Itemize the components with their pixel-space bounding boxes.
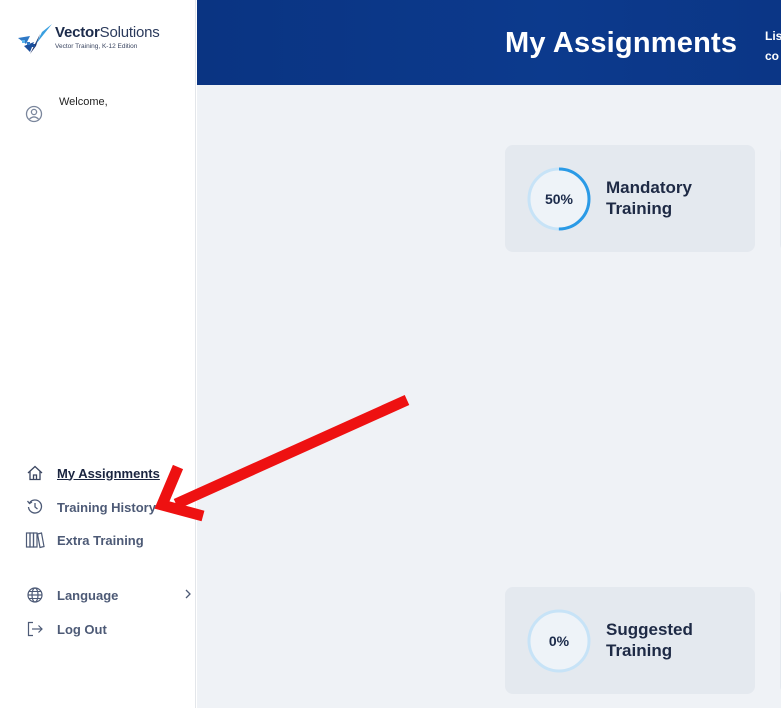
vector-solutions-logo[interactable]: VectorSolutions Vector Training, K-12 Ed… bbox=[16, 20, 186, 60]
nav-log-out[interactable]: Log Out bbox=[25, 619, 107, 639]
mandatory-training-card[interactable]: 50% Mandatory Training bbox=[505, 145, 755, 252]
library-icon bbox=[25, 530, 45, 550]
history-icon bbox=[25, 497, 45, 517]
logo-edition: Vector Training, K-12 Edition bbox=[55, 43, 138, 50]
nav-my-assignments[interactable]: My Assignments bbox=[25, 463, 160, 483]
main-content: 50% Mandatory Training 0% Suggested Trai… bbox=[197, 85, 781, 708]
nav-training-history[interactable]: Training History bbox=[25, 497, 156, 517]
globe-icon bbox=[25, 585, 45, 605]
nav-my-assignments-label: My Assignments bbox=[57, 465, 160, 481]
nav-language-label: Language bbox=[57, 587, 119, 603]
progress-ring: 50% bbox=[527, 167, 591, 231]
page-title: My Assignments bbox=[505, 27, 738, 59]
welcome-text: Welcome, bbox=[59, 96, 108, 108]
page-header: My Assignments Lis co bbox=[197, 0, 781, 85]
nav-training-history-label: Training History bbox=[57, 499, 156, 515]
card-title: Mandatory Training bbox=[606, 178, 692, 218]
nav-log-out-label: Log Out bbox=[57, 621, 107, 637]
header-subtext: Lis co bbox=[765, 29, 781, 63]
nav-extra-training[interactable]: Extra Training bbox=[25, 530, 144, 550]
progress-percent: 50% bbox=[544, 191, 574, 207]
sidebar: VectorSolutions Vector Training, K-12 Ed… bbox=[0, 0, 196, 708]
progress-ring: 0% bbox=[527, 609, 591, 673]
logout-icon bbox=[25, 619, 45, 639]
chevron-right-icon bbox=[185, 589, 191, 599]
suggested-training-card[interactable]: 0% Suggested Training bbox=[505, 587, 755, 694]
card-title: Suggested Training bbox=[606, 620, 693, 660]
nav-extra-training-label: Extra Training bbox=[57, 532, 144, 548]
progress-percent: 0% bbox=[548, 633, 570, 649]
home-icon bbox=[25, 463, 45, 483]
nav-language[interactable]: Language bbox=[25, 585, 191, 605]
user-icon bbox=[25, 105, 43, 123]
logo-mark-icon bbox=[18, 24, 52, 54]
